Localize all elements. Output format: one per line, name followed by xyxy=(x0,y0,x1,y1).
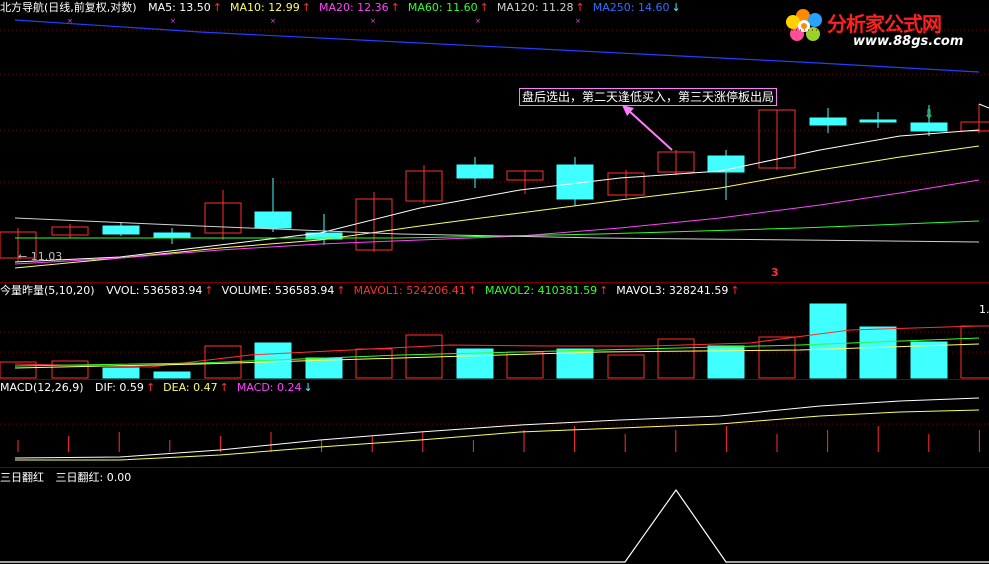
trend-arrow-icon: ↑ xyxy=(575,1,585,14)
trend-arrow-icon: ↓ xyxy=(303,381,313,394)
volume-indicators: VVOL: 536583.94 ↑ VOLUME: 536583.94 ↑ MAVOL1… xyxy=(100,284,742,297)
indicator-main-3: MA60: 11.60 xyxy=(407,1,478,14)
indicator-main-4: MA120: 11.28 xyxy=(496,1,574,14)
signal-marker: 3 xyxy=(771,266,779,279)
sanri-title: 三日翻红 xyxy=(0,471,44,484)
macd-panel[interactable]: MACD(12,26,9) DIF: 0.59 ↑ DEA: 0.47 ↑ MACD: … xyxy=(0,380,989,467)
kline-title: 北方导航(日线,前复权,对数) xyxy=(0,1,137,14)
low-price-label: ← 11.03 xyxy=(18,250,63,263)
macd-header: MACD(12,26,9) DIF: 0.59 ↑ DEA: 0.47 ↑ MACD: … xyxy=(0,380,317,396)
trend-arrow-icon: ↑ xyxy=(212,1,223,14)
trend-arrow-icon: ↑ xyxy=(467,284,477,297)
indicator-volume-3: MAVOL2: 410381.59 xyxy=(484,284,598,297)
macd-title: MACD(12,26,9) xyxy=(0,381,84,394)
volume-title: 今量昨量(5,10,20) xyxy=(0,284,95,297)
indicator-macd-0: DIF: 0.59 xyxy=(95,381,144,394)
indicator-main-0: MA5: 13.50 xyxy=(148,1,211,14)
indicator-main-5: MA250: 14.60 xyxy=(592,1,670,14)
volume-right-label: 1. xyxy=(979,303,989,316)
trend-arrow-icon: ↑ xyxy=(336,284,346,297)
indicator-macd-1: DEA: 0.47 xyxy=(163,381,218,394)
trend-arrow-icon: ↑ xyxy=(204,284,214,297)
kline-panel[interactable]: 北方导航(日线,前复权,对数) MA5: 13.50 ↑ MA10: 12.99 ↑ M… xyxy=(0,0,989,282)
trend-arrow-icon: ↑ xyxy=(599,284,609,297)
kline-header: 北方导航(日线,前复权,对数) MA5: 13.50 ↑ MA10: 12.99 ↑ M… xyxy=(0,0,685,16)
sanri-indicators: 三日翻红: 0.00 xyxy=(50,471,134,484)
indicator-volume-2: MAVOL1: 524206.41 xyxy=(353,284,466,297)
panel-divider xyxy=(0,467,989,468)
logo-title: 分析家公式网 xyxy=(827,12,942,36)
indicator-macd-2: MACD: 0.24 xyxy=(236,381,302,394)
volume-header: 今量昨量(5,10,20) VVOL: 536583.94 ↑ VOLUME: 53… xyxy=(0,283,744,299)
sanri-panel[interactable]: 三日翻红 三日翻红: 0.00 xyxy=(0,470,989,564)
site-logo: 分析家公式网 www.88gs.com xyxy=(783,4,983,52)
trend-arrow-icon: ↑ xyxy=(730,284,740,297)
indicator-volume-1: VOLUME: 536583.94 xyxy=(221,284,335,297)
indicator-sanri-0: 三日翻红: 0.00 xyxy=(55,471,132,484)
trend-arrow-icon: ↑ xyxy=(390,1,400,14)
trend-arrow-icon: ↓ xyxy=(671,1,681,14)
kline-indicators: MA5: 13.50 ↑ MA10: 12.99 ↑ MA20: 12.36 ↑ MA60:… xyxy=(142,1,683,14)
indicator-volume-4: MAVOL3: 328241.59 xyxy=(616,284,729,297)
volume-panel[interactable]: 今量昨量(5,10,20) VVOL: 536583.94 ↑ VOLUME: 53… xyxy=(0,283,989,379)
macd-indicators: DIF: 0.59 ↑ DEA: 0.47 ↑ MACD: 0.24 ↓ xyxy=(89,381,315,394)
strategy-annotation: 盘后选出，第二天逢低买入，第三天涨停板出局 xyxy=(519,88,778,106)
trend-arrow-icon: ↑ xyxy=(219,381,229,394)
indicator-volume-0: VVOL: 536583.94 xyxy=(106,284,203,297)
indicator-main-1: MA10: 12.99 xyxy=(230,1,300,14)
indicator-main-2: MA20: 12.36 xyxy=(318,1,389,14)
trend-arrow-icon: ↑ xyxy=(301,1,311,14)
trend-arrow-icon: ↑ xyxy=(145,381,156,394)
logo-url: www.88gs.com xyxy=(853,34,964,49)
sanri-header: 三日翻红 三日翻红: 0.00 xyxy=(0,470,135,486)
trend-arrow-icon: ↑ xyxy=(479,1,489,14)
